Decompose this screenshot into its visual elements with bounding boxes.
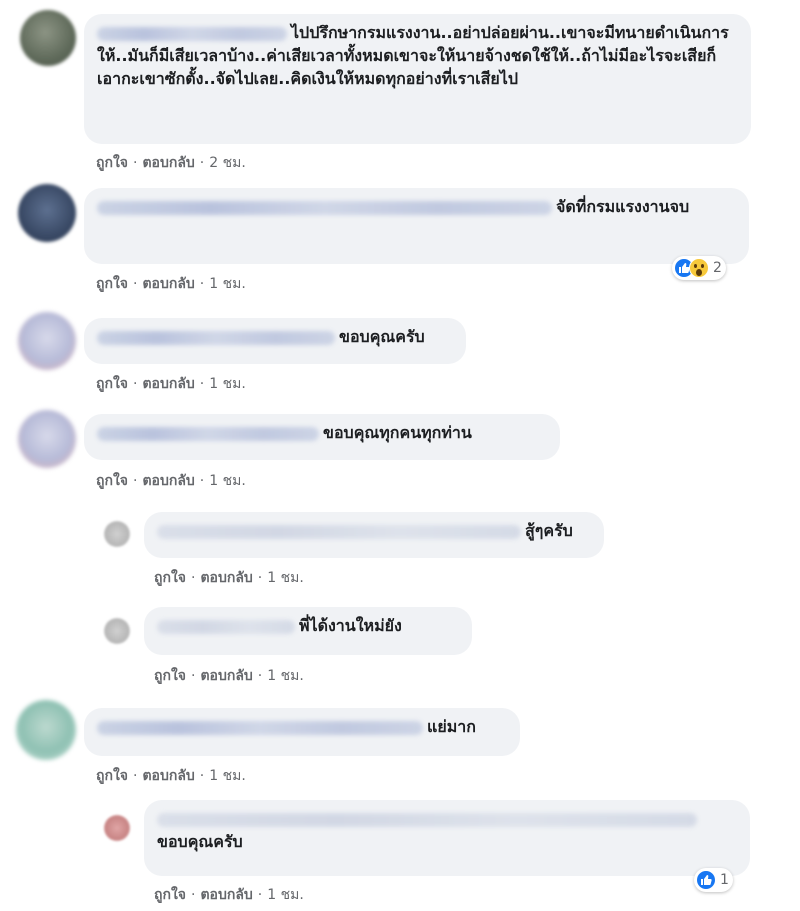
avatar[interactable] <box>18 312 76 370</box>
avatar[interactable] <box>104 521 130 547</box>
reaction-count: 1 <box>720 872 729 888</box>
like-link[interactable]: ถูกใจ <box>154 668 186 684</box>
comment-text: สู้ๆครับ <box>525 521 573 540</box>
avatar[interactable] <box>16 700 76 760</box>
reply-link[interactable]: ตอบกลับ <box>142 768 194 784</box>
reply-bubble: พี่ได้งานใหม่ยัง <box>144 607 472 655</box>
reaction-summary[interactable]: 1 <box>694 868 733 892</box>
comment-text: พี่ได้งานใหม่ยัง <box>299 616 402 635</box>
comment-actions: ถูกใจ · ตอบกลับ · 1 ชม. <box>154 570 304 586</box>
commenter-name[interactable] <box>157 524 521 539</box>
commenter-name[interactable] <box>97 720 423 735</box>
reply-bubble: ขอบคุณครับ <box>144 800 750 876</box>
comment-actions: ถูกใจ · ตอบกลับ · 1 ชม. <box>96 276 246 292</box>
avatar[interactable] <box>18 410 76 468</box>
avatar[interactable] <box>18 184 76 242</box>
like-link[interactable]: ถูกใจ <box>154 570 186 586</box>
timestamp[interactable]: 2 ชม. <box>209 155 246 171</box>
commenter-name[interactable] <box>157 812 697 827</box>
comment-bubble: แย่มาก <box>84 708 520 756</box>
timestamp[interactable]: 1 ชม. <box>209 473 246 489</box>
like-link[interactable]: ถูกใจ <box>96 473 128 489</box>
comment-bubble: ไปปรึกษากรมแรงงาน..อย่าปล่อยผ่าน..เขาจะม… <box>84 14 751 144</box>
avatar[interactable] <box>20 10 76 66</box>
comment-actions: ถูกใจ · ตอบกลับ · 2 ชม. <box>96 155 246 171</box>
reply-link[interactable]: ตอบกลับ <box>142 155 194 171</box>
timestamp[interactable]: 1 ชม. <box>209 768 246 784</box>
comment-bubble: ขอบคุณครับ <box>84 318 466 364</box>
comment-bubble: จัดที่กรมแรงงานจบ <box>84 188 749 264</box>
commenter-name[interactable] <box>97 330 335 345</box>
comment-text: ขอบคุณครับ <box>157 832 243 851</box>
timestamp[interactable]: 1 ชม. <box>209 276 246 292</box>
reply-link[interactable]: ตอบกลับ <box>142 276 194 292</box>
like-link[interactable]: ถูกใจ <box>96 155 128 171</box>
reaction-summary[interactable]: 2 <box>672 256 726 280</box>
timestamp[interactable]: 1 ชม. <box>267 668 304 684</box>
avatar[interactable] <box>104 618 130 644</box>
comment-actions: ถูกใจ · ตอบกลับ · 1 ชม. <box>96 473 246 489</box>
timestamp[interactable]: 1 ชม. <box>267 887 304 903</box>
like-link[interactable]: ถูกใจ <box>96 768 128 784</box>
timestamp[interactable]: 1 ชม. <box>209 376 246 392</box>
reply-link[interactable]: ตอบกลับ <box>200 887 252 903</box>
comment-actions: ถูกใจ · ตอบกลับ · 1 ชม. <box>154 668 304 684</box>
reply-link[interactable]: ตอบกลับ <box>200 668 252 684</box>
timestamp[interactable]: 1 ชม. <box>267 570 304 586</box>
commenter-name[interactable] <box>97 200 552 215</box>
like-link[interactable]: ถูกใจ <box>154 887 186 903</box>
avatar[interactable] <box>104 815 130 841</box>
reply-link[interactable]: ตอบกลับ <box>142 376 194 392</box>
wow-reaction-icon <box>689 258 709 278</box>
reply-bubble: สู้ๆครับ <box>144 512 604 558</box>
comment-text: ขอบคุณครับ <box>339 327 425 346</box>
comment-actions: ถูกใจ · ตอบกลับ · 1 ชม. <box>154 887 304 903</box>
comment-actions: ถูกใจ · ตอบกลับ · 1 ชม. <box>96 376 246 392</box>
commenter-name[interactable] <box>97 426 319 441</box>
like-link[interactable]: ถูกใจ <box>96 276 128 292</box>
comment-text: ขอบคุณทุกคนทุกท่าน <box>323 423 472 442</box>
reaction-count: 2 <box>713 260 722 276</box>
commenter-name[interactable] <box>157 619 295 634</box>
comment-bubble: ขอบคุณทุกคนทุกท่าน <box>84 414 560 460</box>
reply-link[interactable]: ตอบกลับ <box>142 473 194 489</box>
comment-text: จัดที่กรมแรงงานจบ <box>556 197 690 216</box>
like-reaction-icon <box>696 870 716 890</box>
reply-link[interactable]: ตอบกลับ <box>200 570 252 586</box>
comment-text: แย่มาก <box>427 717 476 736</box>
comment-actions: ถูกใจ · ตอบกลับ · 1 ชม. <box>96 768 246 784</box>
commenter-name[interactable] <box>97 26 287 41</box>
like-link[interactable]: ถูกใจ <box>96 376 128 392</box>
